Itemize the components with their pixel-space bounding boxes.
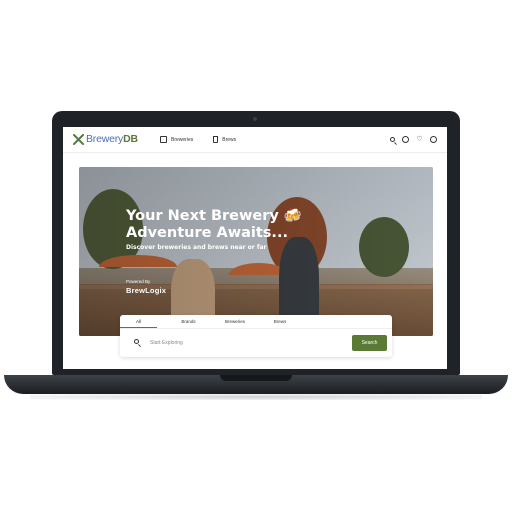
camera-icon — [253, 117, 257, 121]
nav-label-breweries: Breweries — [171, 136, 194, 143]
nav-label-brews: Brews — [222, 136, 237, 143]
search-icon — [134, 339, 139, 344]
main-nav: Breweries Brews — [160, 136, 256, 143]
search-tabs: All Brands Breweries Brews — [120, 315, 392, 329]
hero-title-line2: Adventure Awaits... — [126, 225, 288, 241]
logo-text: BreweryDB — [86, 133, 138, 145]
laptop-screen: BreweryDB Breweries Brews ♡ Your Next Br… — [63, 127, 447, 369]
search-button[interactable]: Search — [352, 335, 387, 351]
brewlogix-logo[interactable]: BrewLogix — [126, 286, 166, 295]
site-header: BreweryDB Breweries Brews ♡ — [63, 127, 447, 153]
logo[interactable]: BreweryDB — [73, 133, 138, 145]
search-card: All Brands Breweries Brews Search — [120, 315, 392, 357]
tab-brews[interactable]: Brews — [260, 315, 300, 328]
laptop-shadow — [30, 394, 482, 400]
search-icon[interactable] — [390, 137, 395, 142]
user-icon[interactable] — [430, 136, 437, 143]
tab-all[interactable]: All — [120, 315, 157, 328]
hero-subtitle: Discover breweries and brews near or far — [126, 244, 267, 251]
nav-item-brews[interactable]: Brews — [213, 136, 236, 143]
nav-item-breweries[interactable]: Breweries — [160, 136, 193, 143]
tab-brands[interactable]: Brands — [170, 315, 207, 328]
search-input[interactable] — [150, 336, 340, 350]
heart-icon[interactable]: ♡ — [416, 136, 423, 143]
building-icon — [160, 136, 167, 143]
hero-overlay — [79, 167, 433, 336]
header-tools: ♡ — [383, 136, 437, 143]
powered-by-label: Powered By — [126, 279, 151, 284]
hero-title-line1: Your Next Brewery 🍻 — [126, 208, 302, 224]
laptop-base-notch — [220, 375, 292, 381]
search-row: Search — [120, 329, 392, 357]
hero-banner: Your Next Brewery 🍻 Adventure Awaits... … — [79, 167, 433, 336]
hero-title: Your Next Brewery 🍻 Adventure Awaits... — [126, 208, 302, 242]
location-icon[interactable] — [402, 136, 409, 143]
hops-logo-icon — [73, 133, 84, 145]
beer-glass-icon — [213, 136, 219, 143]
tab-breweries[interactable]: Breweries — [210, 315, 260, 328]
